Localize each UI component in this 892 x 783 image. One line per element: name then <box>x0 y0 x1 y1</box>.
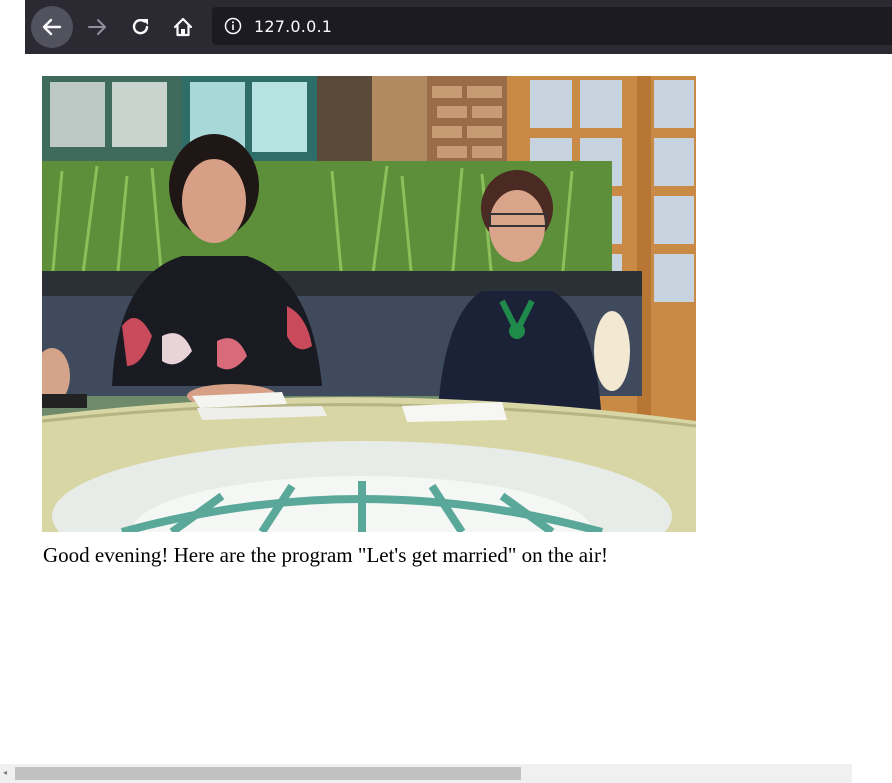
info-icon[interactable] <box>224 17 242 35</box>
url-text[interactable]: 127.0.0.1 <box>254 17 332 36</box>
reload-button[interactable] <box>120 6 162 48</box>
scroll-left-icon[interactable]: ◂ <box>3 768 11 778</box>
home-icon <box>173 17 193 37</box>
browser-toolbar: 127.0.0.1 <box>25 0 892 54</box>
forward-button[interactable] <box>76 6 118 48</box>
back-button[interactable] <box>31 6 73 48</box>
horizontal-scrollbar[interactable]: ◂ <box>0 764 852 783</box>
reload-icon <box>132 18 149 35</box>
address-bar[interactable]: 127.0.0.1 <box>212 7 892 45</box>
page-caption: Good evening! Here are the program "Let'… <box>43 543 608 567</box>
page-content: Good evening! Here are the program "Let'… <box>0 54 892 764</box>
tv-show-photo <box>42 76 696 532</box>
arrow-right-icon <box>88 19 106 35</box>
scroll-thumb[interactable] <box>15 767 521 780</box>
home-button[interactable] <box>162 6 204 48</box>
arrow-left-icon <box>42 18 62 36</box>
